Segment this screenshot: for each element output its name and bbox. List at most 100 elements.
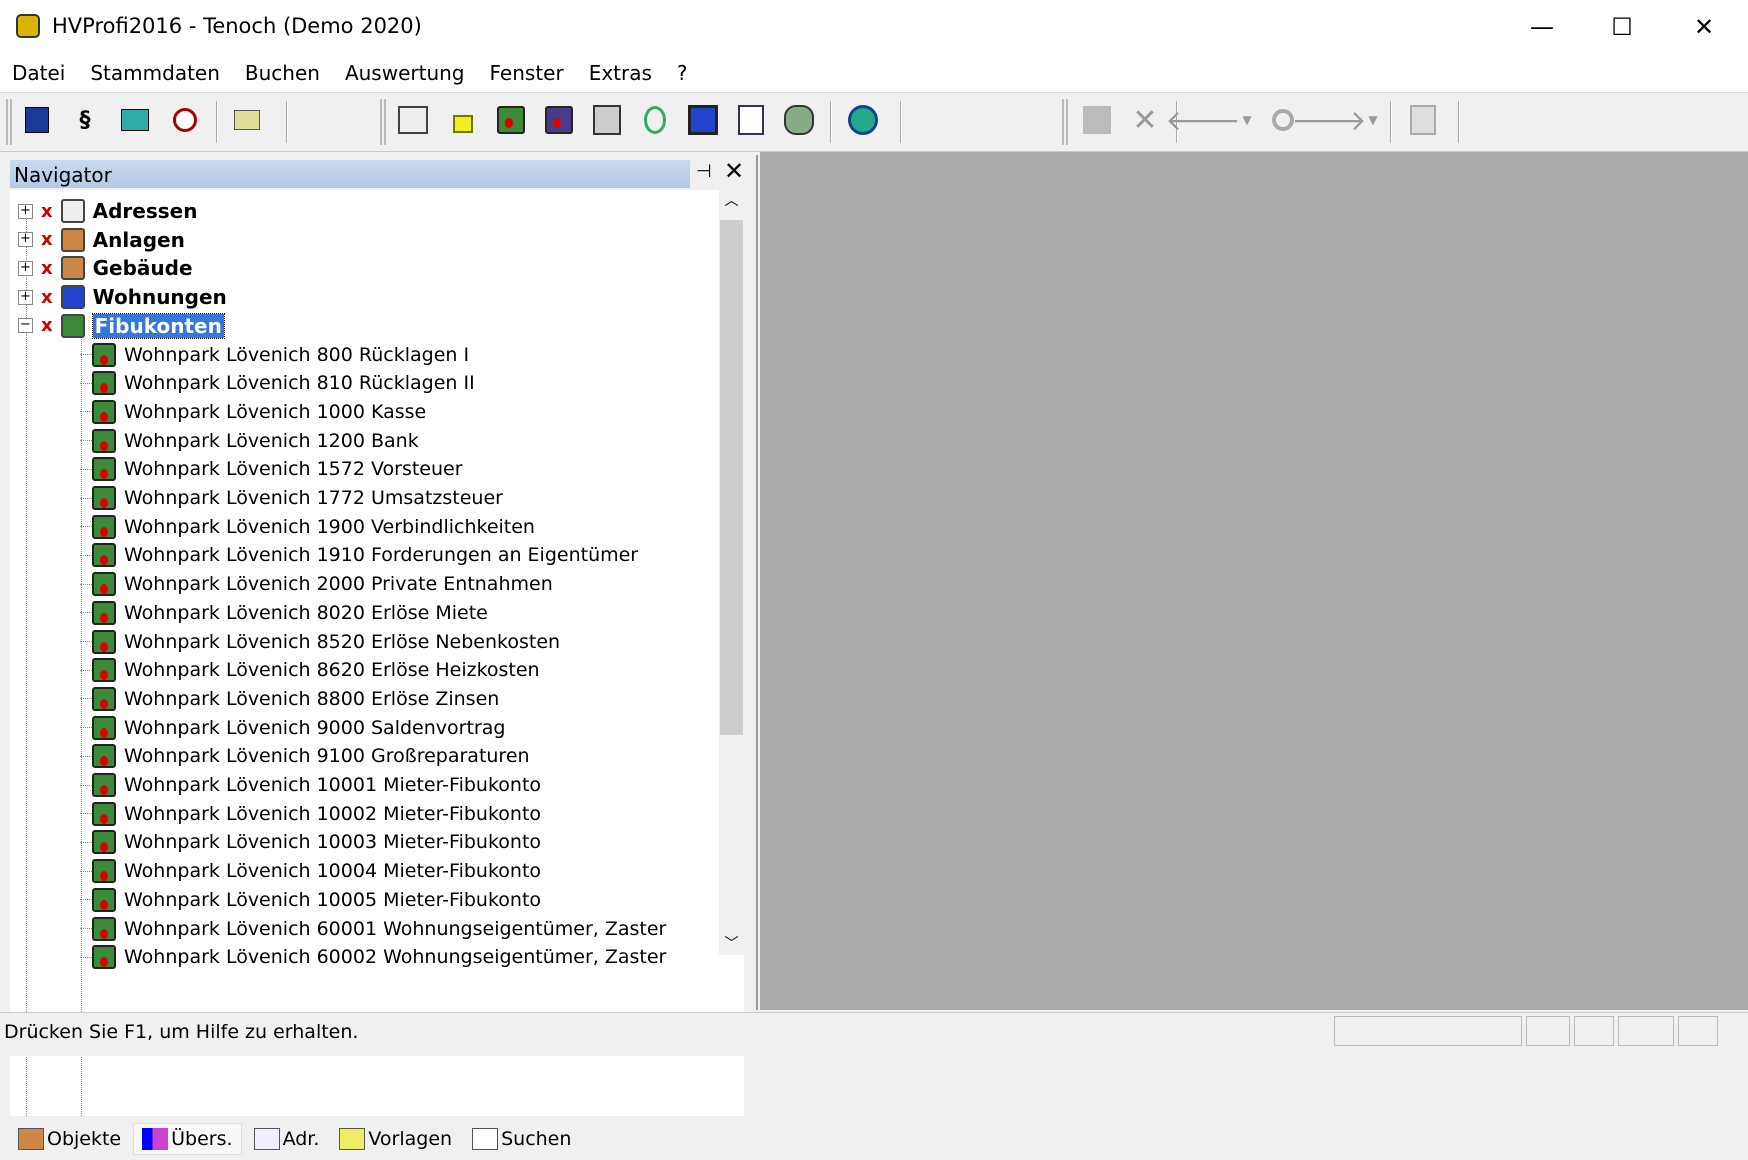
menu-fenster[interactable]: Fenster: [490, 61, 564, 85]
tree-item[interactable]: Wohnpark Lövenich 60002 Wohnungseigentüm…: [80, 943, 666, 971]
tab-adressen[interactable]: Adr.: [246, 1124, 328, 1154]
paragraph-icon[interactable]: §: [68, 103, 102, 137]
x-marker-icon: x: [41, 200, 53, 222]
minimize-button[interactable]: —: [1506, 0, 1578, 54]
tree-item[interactable]: Wohnpark Lövenich 1000 Kasse: [80, 398, 426, 426]
x-marker-icon: x: [41, 229, 53, 251]
list-document-icon[interactable]: [734, 103, 768, 137]
word-icon[interactable]: [20, 103, 54, 137]
navigator-tree: + x Adressen + x Anlagen + x Gebäude + x Wohnungen −…: [10, 190, 744, 1116]
tree-item[interactable]: Wohnpark Lövenich 8620 Erlöse Heizkosten: [80, 656, 540, 684]
menu-stammdaten[interactable]: Stammdaten: [90, 61, 220, 85]
keys-icon[interactable]: [638, 103, 672, 137]
tree-item-label: Wohnpark Lövenich 800 Rücklagen I: [124, 343, 470, 366]
owners-icon[interactable]: [782, 103, 816, 137]
fibu-account-icon: [92, 600, 116, 625]
tree-item[interactable]: Wohnpark Lövenich 10002 Mieter-Fibukonto: [80, 800, 541, 828]
expand-toggle[interactable]: +: [18, 260, 33, 276]
address-book-icon[interactable]: [396, 103, 430, 137]
group-icon: [60, 199, 85, 223]
back-dropdown-icon[interactable]: ▼: [1230, 103, 1264, 137]
toolbar-grip[interactable]: [1062, 99, 1068, 145]
tree-item-label: Wohnpark Lövenich 60001 Wohnungseigentüm…: [124, 917, 667, 940]
tree-item[interactable]: Wohnpark Lövenich 8020 Erlöse Miete: [80, 599, 488, 627]
maximize-button[interactable]: ☐: [1586, 0, 1658, 54]
scrollbar-thumb[interactable]: [720, 220, 743, 735]
tree-item[interactable]: Wohnpark Lövenich 1200 Bank: [80, 427, 419, 455]
tree-group-0[interactable]: + x Adressen: [18, 197, 197, 225]
menu-buchen[interactable]: Buchen: [245, 61, 320, 85]
tree-group-3[interactable]: + x Wohnungen: [18, 283, 227, 311]
fibu-purple-icon[interactable]: [542, 103, 576, 137]
report-disabled-icon[interactable]: [1406, 103, 1440, 137]
forward-dropdown-icon[interactable]: ▼: [1356, 103, 1390, 137]
lock-icon[interactable]: [446, 103, 480, 137]
tree-item-label: Wohnpark Lövenich 1000 Kasse: [124, 400, 427, 423]
building-icon[interactable]: [590, 103, 624, 137]
fibu-account-icon: [92, 715, 116, 740]
tree-item[interactable]: Wohnpark Lövenich 2000 Private Entnahmen: [80, 570, 553, 598]
menu-help[interactable]: ?: [677, 61, 688, 85]
tree-item[interactable]: Wohnpark Lövenich 1900 Verbindlichkeiten: [80, 513, 535, 541]
tree-group-1[interactable]: + x Anlagen: [18, 226, 185, 254]
tree-item[interactable]: Wohnpark Lövenich 1772 Umsatzsteuer: [80, 484, 503, 512]
pin-icon[interactable]: ⊣: [696, 161, 712, 182]
status-text: Drücken Sie F1, um Hilfe zu erhalten.: [4, 1021, 359, 1043]
fibu-account-icon: [92, 629, 116, 654]
expand-toggle[interactable]: +: [18, 232, 33, 248]
collapse-toggle[interactable]: −: [18, 318, 33, 334]
calculator-icon[interactable]: [118, 103, 152, 137]
close-button[interactable]: ✕: [1668, 0, 1740, 54]
tree-item[interactable]: Wohnpark Lövenich 8520 Erlöse Nebenkoste…: [80, 628, 560, 656]
tree-connector: [80, 641, 92, 642]
forward-arrow-icon[interactable]: 🡒: [1291, 103, 1366, 137]
tab-suchen[interactable]: Suchen: [464, 1124, 579, 1154]
tab-uebersicht[interactable]: Übers.: [133, 1123, 242, 1155]
fibu-account-icon: [92, 945, 116, 970]
tree-item[interactable]: Wohnpark Lövenich 1572 Vorsteuer: [80, 455, 463, 483]
fibu-account-icon[interactable]: [494, 103, 528, 137]
objects-icon: [18, 1128, 44, 1150]
menu-auswertung[interactable]: Auswertung: [345, 61, 465, 85]
group-icon: [60, 227, 85, 252]
alarm-clock-icon[interactable]: [168, 103, 202, 137]
menu-extras[interactable]: Extras: [589, 61, 652, 85]
toolbar-separator: [900, 101, 902, 143]
navigator-close-button[interactable]: ✕: [724, 157, 744, 185]
tab-vorlagen[interactable]: Vorlagen: [331, 1124, 460, 1154]
menu-datei[interactable]: Datei: [12, 61, 65, 85]
delete-disabled-icon[interactable]: ✕: [1128, 103, 1162, 138]
expand-toggle[interactable]: +: [18, 203, 33, 219]
tree-item[interactable]: Wohnpark Lövenich 8800 Erlöse Zinsen: [80, 685, 499, 713]
toolbar-grip[interactable]: [6, 99, 12, 145]
tree-item[interactable]: Wohnpark Lövenich 1910 Forderungen an Ei…: [80, 541, 638, 569]
tree-item[interactable]: Wohnpark Lövenich 10004 Mieter-Fibukonto: [80, 857, 541, 885]
edit-disabled-icon[interactable]: [1080, 103, 1114, 137]
tree-connector: [80, 411, 92, 413]
tree-item[interactable]: Wohnpark Lövenich 10003 Mieter-Fibukonto: [80, 828, 541, 856]
scroll-down-arrow[interactable]: ﹀: [719, 933, 744, 953]
scroll-up-arrow[interactable]: ︿: [719, 190, 744, 210]
status-pane: [1618, 1016, 1674, 1046]
fibu-account-icon: [92, 371, 116, 396]
toolbar-separator: [216, 101, 218, 143]
toolbar-grip[interactable]: [380, 99, 386, 145]
tree-item[interactable]: Wohnpark Lövenich 810 Rücklagen II: [80, 369, 475, 397]
tree-item[interactable]: Wohnpark Lövenich 60001 Wohnungseigentüm…: [80, 915, 666, 943]
fibu-account-icon: [92, 686, 116, 711]
tree-item[interactable]: Wohnpark Lövenich 10001 Mieter-Fibukonto: [80, 771, 541, 799]
envelope-icon[interactable]: [230, 103, 264, 137]
tree-connector: [80, 755, 92, 757]
tree-group-4[interactable]: − x Fibukonten: [18, 312, 225, 340]
expand-toggle[interactable]: +: [18, 289, 33, 305]
back-arrow-icon[interactable]: 🡐: [1165, 103, 1240, 137]
globe-search-icon[interactable]: [846, 103, 880, 137]
tree-item[interactable]: Wohnpark Lövenich 9100 Großreparaturen: [80, 742, 530, 770]
tree-connector: [80, 784, 92, 786]
tab-objekte[interactable]: Objekte: [10, 1124, 129, 1154]
tree-group-2[interactable]: + x Gebäude: [18, 254, 193, 282]
floorplan-icon[interactable]: [686, 103, 720, 137]
tree-item[interactable]: Wohnpark Lövenich 9000 Saldenvortrag: [80, 714, 505, 742]
tree-item[interactable]: Wohnpark Lövenich 800 Rücklagen I: [80, 341, 469, 369]
tree-item[interactable]: Wohnpark Lövenich 10005 Mieter-Fibukonto: [80, 886, 541, 914]
